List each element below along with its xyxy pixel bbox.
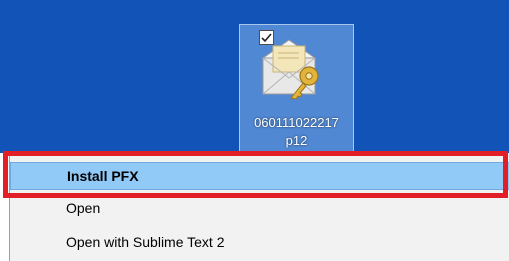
file-name-line1: 060111022217 bbox=[254, 115, 339, 130]
menu-item-open[interactable]: Open bbox=[10, 194, 509, 222]
file-name-label[interactable]: 060111022217 p12 bbox=[241, 114, 352, 150]
context-menu: Install PFX Open Open with Sublime Text … bbox=[9, 153, 509, 261]
file-name-line2: p12 bbox=[285, 133, 308, 148]
menu-item-open-with-sublime[interactable]: Open with Sublime Text 2 bbox=[10, 228, 509, 256]
certificate-envelope-key-icon bbox=[261, 39, 319, 100]
menu-item-install-pfx[interactable]: Install PFX bbox=[10, 162, 509, 190]
